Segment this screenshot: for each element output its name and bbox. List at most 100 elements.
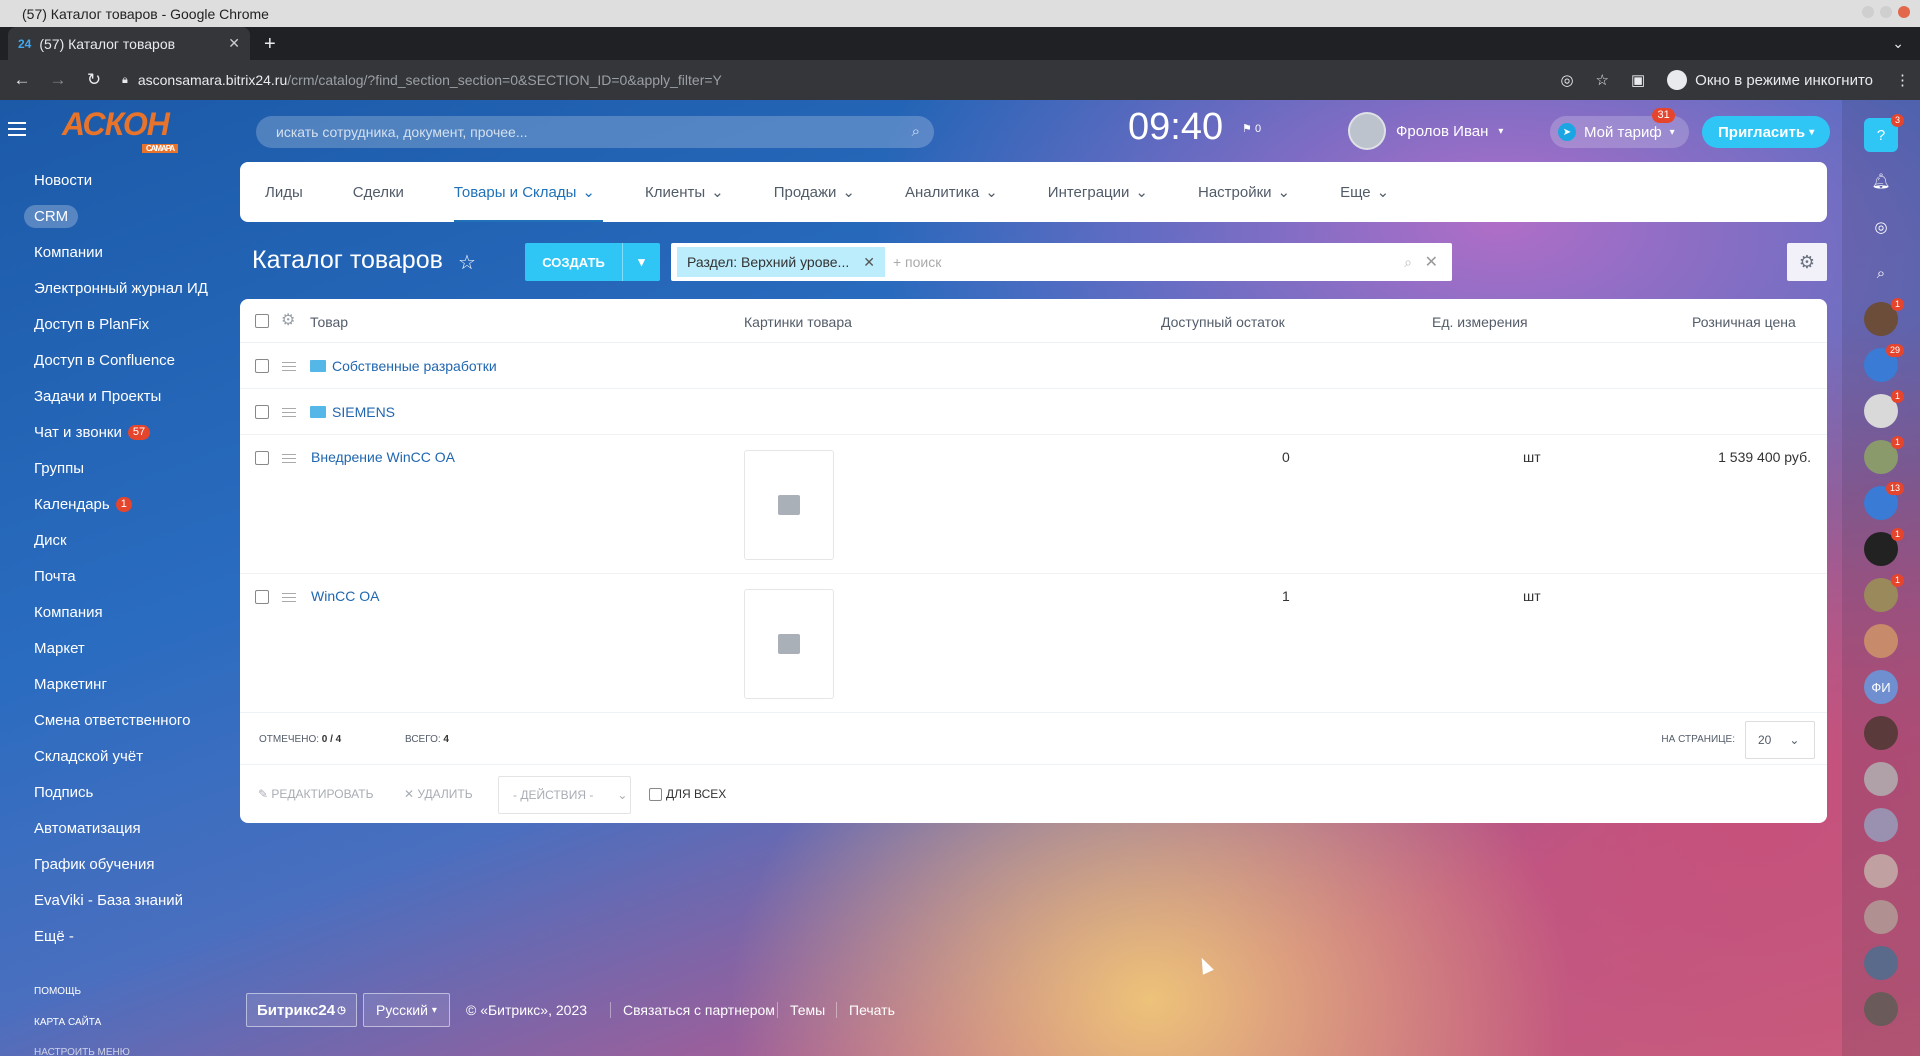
menu-burger-icon[interactable]: [8, 122, 26, 136]
drag-handle-icon[interactable]: [282, 593, 296, 602]
tab-item[interactable]: Клиенты ⌄: [645, 162, 724, 222]
contact-avatar[interactable]: [1864, 808, 1898, 842]
bitrix24-brand-button[interactable]: Битрикс24 ◷: [246, 993, 357, 1027]
page-settings-gear-icon[interactable]: ⚙: [1787, 243, 1827, 281]
browser-menu-icon[interactable]: ⋮: [1895, 71, 1910, 89]
row-checkbox[interactable]: [255, 590, 269, 604]
contact-avatar[interactable]: 1: [1864, 574, 1904, 612]
search-icon[interactable]: ⌕: [912, 123, 920, 140]
help-question-icon[interactable]: ? 3: [1864, 114, 1904, 152]
contact-avatar[interactable]: [1864, 762, 1898, 796]
themes-link[interactable]: Темы: [777, 1002, 825, 1018]
column-header-stock[interactable]: Доступный остаток: [1161, 314, 1285, 330]
delete-button[interactable]: ✕ УДАЛИТЬ: [404, 787, 473, 801]
create-button[interactable]: СОЗДАТЬ ▾: [525, 243, 660, 281]
print-link[interactable]: Печать: [836, 1002, 895, 1018]
tab-item[interactable]: Интеграции ⌄: [1048, 162, 1148, 222]
sidebar-item[interactable]: Смена ответственного: [34, 702, 234, 738]
actions-select[interactable]: - ДЕЙСТВИЯ - ⌄: [498, 776, 631, 814]
column-settings-gear-icon[interactable]: ⚙: [281, 310, 295, 330]
sidebar-item[interactable]: Компании: [34, 234, 234, 270]
search-icon[interactable]: ⌕: [1864, 256, 1898, 290]
sidebar-item[interactable]: Компания: [34, 594, 234, 630]
sidebar-item[interactable]: Почта: [34, 558, 234, 594]
tab-search-chevron-icon[interactable]: ⌄: [1892, 35, 1904, 52]
for-all-toggle[interactable]: ДЛЯ ВСЕХ: [649, 787, 726, 801]
row-checkbox[interactable]: [255, 405, 269, 419]
folder-link[interactable]: Собственные разработки: [310, 358, 497, 374]
column-header-product[interactable]: Товар: [310, 314, 348, 330]
help-link[interactable]: помощь: [34, 986, 81, 997]
favorite-star-icon[interactable]: ☆: [458, 250, 476, 275]
language-select[interactable]: Русский ▾: [363, 993, 450, 1027]
back-arrow-icon[interactable]: ←: [8, 70, 36, 90]
row-checkbox[interactable]: [255, 451, 269, 465]
url-bar[interactable]: 🔒︎ asconsamara.bitrix24.ru/crm/catalog/?…: [122, 72, 722, 88]
contact-avatar[interactable]: [1864, 854, 1898, 888]
sidebar-item[interactable]: Маркет: [34, 630, 234, 666]
column-header-price[interactable]: Розничная цена: [1692, 314, 1796, 330]
table-row[interactable]: Внедрение WinCC OA 0 шт 1 539 400 руб.: [240, 435, 1827, 574]
sitemap-link[interactable]: карта сайта: [34, 1017, 101, 1028]
forward-arrow-icon[interactable]: →: [44, 70, 72, 90]
contact-initials-avatar[interactable]: ФИ: [1864, 670, 1898, 704]
contact-avatar[interactable]: [1864, 900, 1898, 934]
tab-item[interactable]: Товары и Склады ⌄: [453, 162, 604, 222]
close-tab-icon[interactable]: ✕: [228, 35, 240, 52]
reload-icon[interactable]: ↻: [80, 70, 108, 90]
filter-search-input[interactable]: Раздел: Верхний урове... ✕ + поиск ⌕ ✕: [671, 243, 1452, 281]
contact-avatar[interactable]: [1864, 946, 1898, 980]
clear-filter-icon[interactable]: ✕: [1425, 252, 1438, 272]
product-image-placeholder[interactable]: [744, 450, 834, 560]
sidebar-item[interactable]: Доступ в Confluence: [34, 342, 234, 378]
invite-button[interactable]: Пригласить ▾: [1702, 116, 1831, 148]
create-dropdown-chevron-icon[interactable]: ▾: [622, 243, 660, 281]
partner-link[interactable]: Связаться с партнером: [610, 1002, 775, 1018]
contact-avatar[interactable]: [1864, 624, 1898, 658]
drag-handle-icon[interactable]: [282, 454, 296, 463]
remove-chip-icon[interactable]: ✕: [863, 254, 875, 271]
column-header-images[interactable]: Картинки товара: [744, 314, 852, 330]
sidebar-item[interactable]: EvaViki - База знаний: [34, 882, 234, 918]
per-page-select[interactable]: 20 ⌄: [1745, 721, 1815, 759]
filter-chip-section[interactable]: Раздел: Верхний урове... ✕: [677, 247, 885, 277]
sidepanel-icon[interactable]: ▣: [1631, 71, 1645, 89]
table-row[interactable]: SIEMENS: [240, 389, 1827, 435]
contact-avatar[interactable]: [1864, 716, 1898, 750]
flag-counter[interactable]: ⚑ 0: [1242, 122, 1261, 135]
column-header-unit[interactable]: Ед. измерения: [1432, 314, 1528, 330]
table-row[interactable]: WinCC OA 1 шт: [240, 574, 1827, 713]
user-menu[interactable]: Фролов Иван ▾: [1348, 112, 1503, 150]
sidebar-item[interactable]: Маркетинг: [34, 666, 234, 702]
configure-menu-link[interactable]: настроить меню: [34, 1047, 130, 1056]
sidebar-item[interactable]: Доступ в PlanFix: [34, 306, 234, 342]
contact-avatar[interactable]: 1: [1864, 298, 1904, 336]
clock[interactable]: 09:40: [1128, 106, 1223, 149]
messenger-icon[interactable]: ◎: [1864, 210, 1898, 244]
maximize-button[interactable]: [1880, 6, 1892, 18]
contact-avatar[interactable]: 1: [1864, 390, 1904, 428]
contact-avatar[interactable]: 1: [1864, 528, 1904, 566]
contact-avatar[interactable]: [1864, 992, 1898, 1026]
sidebar-item[interactable]: Группы: [34, 450, 234, 486]
incognito-indicator[interactable]: Окно в режиме инкогнито: [1667, 70, 1873, 90]
minimize-button[interactable]: [1862, 6, 1874, 18]
sidebar-item[interactable]: Диск: [34, 522, 234, 558]
for-all-checkbox[interactable]: [649, 787, 662, 801]
drag-handle-icon[interactable]: [282, 408, 296, 417]
search-icon[interactable]: ⌕: [1404, 254, 1412, 271]
bookmark-star-icon[interactable]: ☆: [1596, 71, 1609, 89]
table-row[interactable]: Собственные разработки: [240, 343, 1827, 389]
tab-item[interactable]: Лиды: [265, 162, 303, 222]
tab-item[interactable]: Настройки ⌄: [1198, 162, 1290, 222]
portal-search-input[interactable]: искать сотрудника, документ, прочее... ⌕: [256, 116, 934, 148]
drag-handle-icon[interactable]: [282, 362, 296, 371]
product-link[interactable]: WinCC OA: [311, 588, 379, 604]
notifications-bell-icon[interactable]: 🔔︎: [1864, 164, 1898, 198]
close-window-button[interactable]: [1898, 6, 1910, 18]
sidebar-item[interactable]: Складской учёт: [34, 738, 234, 774]
sidebar-item[interactable]: Электронный журнал ИД: [34, 270, 234, 306]
calendar-icon[interactable]: 13: [1864, 482, 1904, 520]
tab-item[interactable]: Аналитика ⌄: [905, 162, 998, 222]
sidebar-item[interactable]: Новости: [34, 162, 234, 198]
